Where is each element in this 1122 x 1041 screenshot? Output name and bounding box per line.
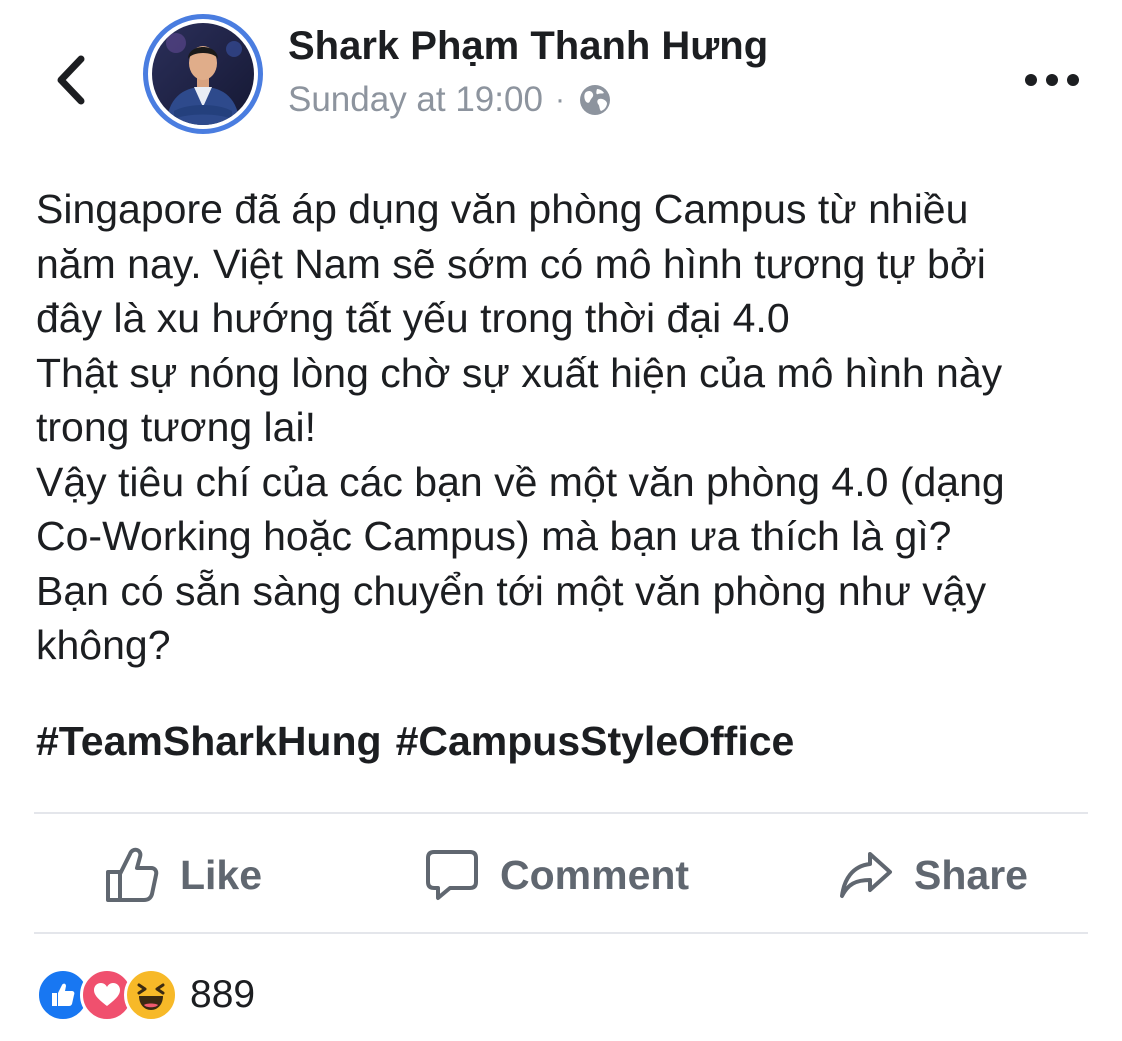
more-options-button[interactable] — [1020, 62, 1084, 98]
post-text-line: Singapore đã áp dụng văn phòng Campus từ… — [36, 186, 969, 232]
post-text-line: Bạn có sẵn sàng chuyển tới một văn phòng… — [36, 567, 987, 614]
post-meta: Sunday at 19:00 · — [288, 80, 613, 120]
thumbs-up-icon — [106, 847, 159, 902]
chevron-left-icon — [57, 55, 85, 105]
like-label: Like — [180, 851, 263, 898]
post-text-line: Co-Working hoặc Campus) mà bạn ưa thích … — [36, 513, 952, 559]
avatar-photo — [152, 23, 254, 125]
reaction-count: 889 — [190, 973, 256, 1016]
hashtag-link[interactable]: #TeamSharkHung — [36, 718, 382, 765]
reactions-summary[interactable]: 889 — [36, 968, 256, 1022]
divider — [34, 932, 1088, 934]
share-icon — [840, 852, 892, 898]
more-horizontal-icon — [1025, 74, 1079, 86]
meta-separator: · — [554, 83, 565, 116]
post-text: Singapore đã áp dụng văn phòng Campus từ… — [36, 182, 1096, 673]
hashtags: #TeamSharkHung #CampusStyleOffice — [36, 718, 794, 765]
comment-icon — [426, 850, 478, 900]
share-label: Share — [914, 851, 1028, 898]
back-button[interactable] — [46, 48, 94, 112]
share-button[interactable]: Share — [838, 840, 1028, 910]
post-timestamp[interactable]: Sunday at 19:00 — [288, 80, 543, 120]
comment-button[interactable]: Comment — [424, 840, 689, 910]
divider — [34, 812, 1088, 814]
author-name[interactable]: Shark Phạm Thanh Hưng — [288, 24, 768, 69]
post-text-line: đây là xu hướng tất yếu trong thời đại 4… — [36, 295, 790, 341]
globe-icon — [579, 85, 610, 115]
post-text-line: năm nay. Việt Nam sẽ sớm có mô hình tươn… — [36, 240, 986, 287]
post-text-line: trong tương lai! — [36, 404, 316, 450]
avatar[interactable] — [143, 14, 263, 134]
like-button[interactable]: Like — [104, 840, 262, 910]
haha-reaction-icon — [124, 968, 178, 1022]
post-text-line: không? — [36, 622, 171, 668]
post-text-line: Thật sự nóng lòng chờ sự xuất hiện của m… — [36, 349, 1003, 396]
comment-label: Comment — [500, 851, 690, 898]
hashtag-link[interactable]: #CampusStyleOffice — [396, 718, 795, 765]
post-text-line: Vậy tiêu chí của các bạn về một văn phòn… — [36, 458, 1005, 505]
